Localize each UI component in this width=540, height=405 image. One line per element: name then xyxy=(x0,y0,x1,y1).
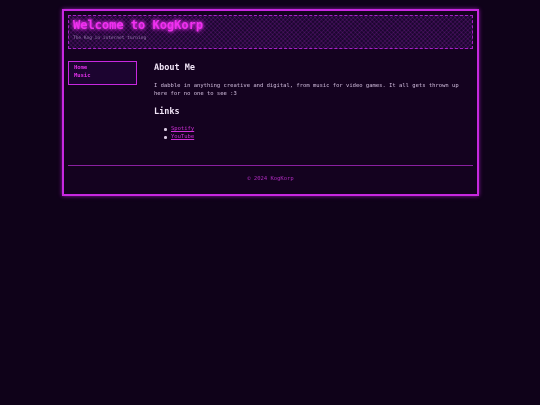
site-footer: © 2024 KogKorp xyxy=(247,176,294,182)
page-container: Welcome to KogKorp The Kog in internet t… xyxy=(62,9,479,196)
list-item: Spotify xyxy=(154,125,194,133)
about-heading: About Me xyxy=(154,63,195,73)
links-list: Spotify YouTube xyxy=(154,125,194,141)
list-item: YouTube xyxy=(154,133,194,141)
site-header: Welcome to KogKorp The Kog in internet t… xyxy=(68,15,473,49)
site-tagline: The Kog in internet turning xyxy=(73,36,147,41)
links-heading: Links xyxy=(154,107,180,117)
footer-divider xyxy=(68,165,473,166)
link-spotify[interactable]: Spotify xyxy=(171,126,194,132)
link-youtube[interactable]: YouTube xyxy=(171,134,194,140)
nav-link-home[interactable]: Home xyxy=(74,65,87,71)
nav-link-music[interactable]: Music xyxy=(74,73,91,79)
about-text: I dabble in anything creative and digita… xyxy=(154,83,459,97)
sidebar-nav: Home Music xyxy=(68,61,137,85)
site-title: Welcome to KogKorp xyxy=(73,18,204,32)
